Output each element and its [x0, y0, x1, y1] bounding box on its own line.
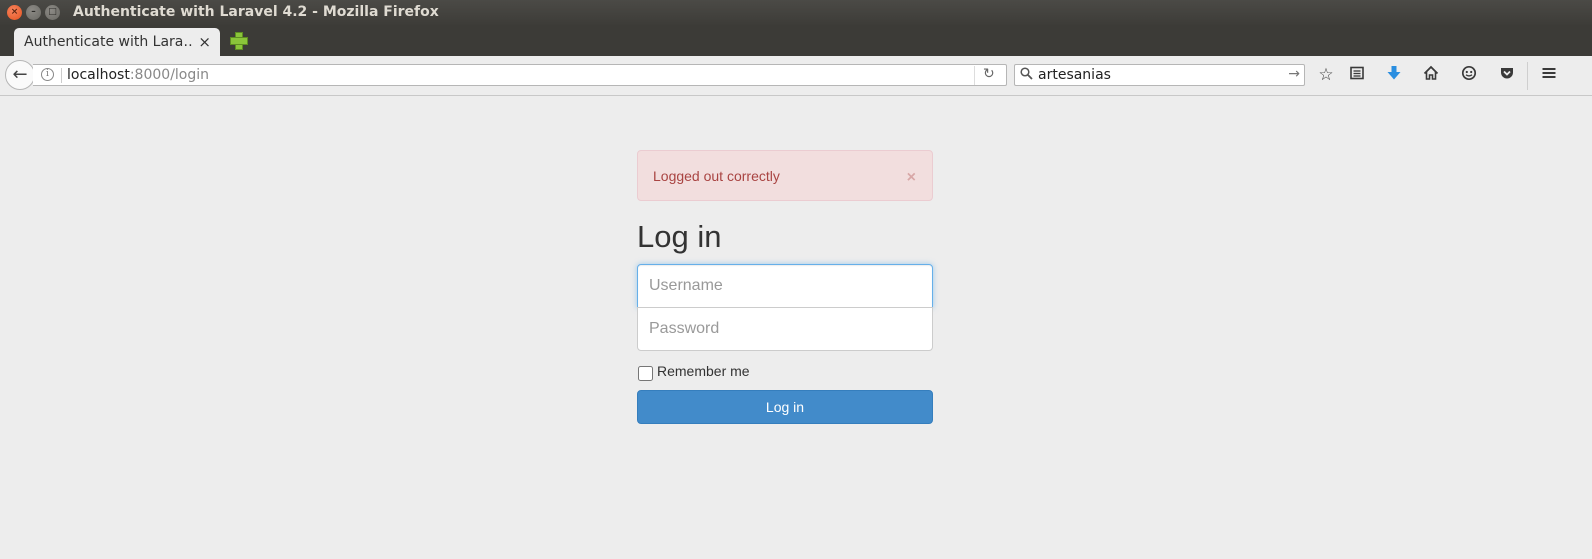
info-icon[interactable]: i: [41, 68, 54, 81]
alert-message: Logged out correctly: [653, 168, 780, 184]
reading-list-icon[interactable]: [1346, 65, 1368, 85]
search-input[interactable]: artesanias: [1038, 67, 1111, 83]
search-go-icon[interactable]: →: [1288, 66, 1300, 82]
new-tab-plus-icon[interactable]: [229, 30, 249, 50]
login-button[interactable]: Log in: [637, 390, 933, 424]
url-separator-right: [974, 66, 975, 85]
search-icon[interactable]: [1020, 67, 1033, 84]
window-titlebar: × – □ Authenticate with Laravel 4.2 - Mo…: [0, 0, 1592, 25]
remember-me-checkbox[interactable]: [638, 366, 653, 381]
pocket-icon[interactable]: [1496, 65, 1518, 85]
window-close-button[interactable]: ×: [7, 5, 22, 20]
window-title: Authenticate with Laravel 4.2 - Mozilla …: [73, 4, 439, 20]
url-path: :8000/login: [129, 67, 210, 83]
url-separator: [61, 68, 62, 83]
url-text[interactable]: localhost:8000/login: [67, 67, 209, 83]
reload-icon[interactable]: ↻: [983, 66, 995, 82]
logout-alert: Logged out correctly ×: [637, 150, 933, 201]
tab-strip: Authenticate with Lara… ×: [0, 25, 1592, 56]
back-icon[interactable]: ←: [5, 60, 35, 90]
bookmark-star-icon[interactable]: ☆: [1315, 65, 1337, 85]
alert-close-icon[interactable]: ×: [907, 169, 916, 187]
search-bar[interactable]: artesanias →: [1014, 64, 1305, 86]
toolbar-separator: [1527, 62, 1528, 90]
tab-label: Authenticate with Lara…: [24, 34, 192, 50]
download-icon[interactable]: [1383, 65, 1405, 85]
page-title: Log in: [637, 219, 722, 254]
navigation-toolbar: ← i localhost:8000/login ↻ artesanias → …: [0, 56, 1592, 96]
window-maximize-button[interactable]: □: [45, 5, 60, 20]
url-host: localhost: [67, 67, 130, 83]
password-input[interactable]: [637, 307, 933, 351]
url-bar[interactable]: i localhost:8000/login ↻: [33, 64, 1007, 86]
tab-close-icon[interactable]: ×: [198, 33, 211, 51]
tab-authenticate[interactable]: Authenticate with Lara… ×: [14, 28, 220, 56]
username-input[interactable]: [637, 264, 933, 308]
chat-icon[interactable]: [1458, 65, 1480, 85]
window-minimize-button[interactable]: –: [26, 5, 41, 20]
remember-me-label: Remember me: [657, 363, 750, 379]
home-icon[interactable]: [1420, 65, 1442, 85]
page-content: Logged out correctly × Log in Remember m…: [0, 97, 1592, 559]
hamburger-menu-icon[interactable]: [1538, 65, 1560, 85]
